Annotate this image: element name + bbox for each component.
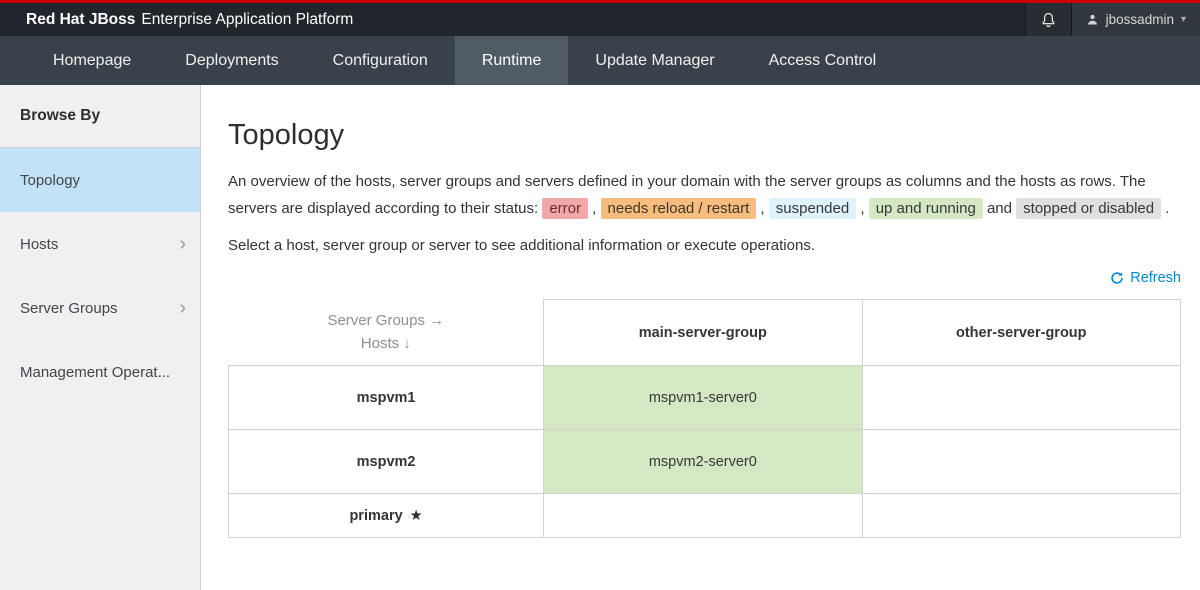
corner-hosts-label: Hosts ↓ [229,332,544,355]
sidebar-item-hosts[interactable]: Hosts › [0,212,200,276]
sidebar: Browse By Topology Hosts › Server Groups › Ma… [0,85,201,590]
status-badge-needs-reload-restart: needs reload / restart [601,198,757,219]
brand-bold: Red Hat JBoss [26,11,135,29]
user-label: jbossadmin [1106,12,1174,27]
nav-item-runtime[interactable]: Runtime [455,36,569,85]
domain-controller-star-icon: ★ [410,508,423,524]
status-badge-suspended: suspended [769,198,856,219]
page-title: Topology [228,119,1181,152]
topology-table-body: mspvm1 mspvm1-server0 mspvm2 mspvm2-server0… [229,366,1181,538]
empty-cell [862,494,1180,538]
sidebar-item-label: Server Groups [20,300,118,317]
empty-cell [544,494,862,538]
sidebar-item-label: Management Operat... [20,364,170,381]
server-cell-mspvm1-server0[interactable]: mspvm1-server0 [544,366,862,430]
brand-logo[interactable]: Red Hat JBoss Enterprise Application Pla… [26,3,353,36]
refresh-row: Refresh [228,270,1181,290]
status-badge-up-and-running: up and running [869,198,983,219]
brand-rest: Enterprise Application Platform [141,11,353,29]
nav-item-deployments[interactable]: Deployments [158,36,305,85]
nav-item-update-manager[interactable]: Update Manager [568,36,741,85]
content-area: Browse By Topology Hosts › Server Groups › Ma… [0,85,1200,590]
sidebar-items: Topology Hosts › Server Groups › Management O… [0,148,200,404]
host-name: mspvm2 [357,454,416,470]
user-icon [1086,13,1099,26]
sidebar-item-topology[interactable]: Topology [0,148,200,212]
sidebar-header: Browse By [0,85,200,148]
host-name: primary [349,508,402,524]
corner-server-groups-label: Server Groups → [229,309,544,332]
status-badge-error: error [542,198,588,219]
empty-cell [862,366,1180,430]
host-cell-primary[interactable]: primary ★ [229,494,544,538]
refresh-icon [1110,271,1124,285]
notifications-button[interactable] [1025,3,1071,36]
sidebar-item-label: Topology [20,172,80,189]
main-content: Topology An overview of the hosts, serve… [201,85,1200,590]
empty-cell [862,430,1180,494]
masthead-actions: jbossadmin ▾ [1025,3,1200,36]
refresh-label: Refresh [1130,270,1181,286]
user-menu[interactable]: jbossadmin ▾ [1071,3,1200,36]
host-cell-mspvm1[interactable]: mspvm1 [229,366,544,430]
topology-table: Server Groups → Hosts ↓ main-server-grou… [228,299,1181,538]
column-header-main-server-group[interactable]: main-server-group [544,300,862,366]
sidebar-item-label: Hosts [20,236,58,253]
host-cell-mspvm2[interactable]: mspvm2 [229,430,544,494]
nav-item-access-control[interactable]: Access Control [742,36,904,85]
column-header-other-server-group[interactable]: other-server-group [862,300,1180,366]
host-name: mspvm1 [357,390,416,406]
sidebar-item-management-operat[interactable]: Management Operat... [0,340,200,404]
refresh-link[interactable]: Refresh [1110,270,1181,286]
nav-item-homepage[interactable]: Homepage [26,36,158,85]
table-row: mspvm2 mspvm2-server0 [229,430,1181,494]
status-badge-stopped-or-disabled: stopped or disabled [1016,198,1161,219]
server-cell-mspvm2-server0[interactable]: mspvm2-server0 [544,430,862,494]
table-row: mspvm1 mspvm1-server0 [229,366,1181,430]
primary-nav: HomepageDeploymentsConfigurationRuntimeU… [0,36,1200,85]
table-header-row: Server Groups → Hosts ↓ main-server-grou… [229,300,1181,366]
intro-paragraph: An overview of the hosts, server groups … [228,168,1181,222]
chevron-right-icon: › [179,234,186,254]
chevron-down-icon: ▾ [1181,15,1186,25]
table-row: primary ★ [229,494,1181,538]
select-hint: Select a host, server group or server to… [228,237,1181,254]
table-corner-cell: Server Groups → Hosts ↓ [229,300,544,366]
masthead: Red Hat JBoss Enterprise Application Pla… [0,3,1200,36]
chevron-right-icon: › [179,298,186,318]
nav-item-configuration[interactable]: Configuration [306,36,455,85]
sidebar-item-server-groups[interactable]: Server Groups › [0,276,200,340]
bell-icon [1041,12,1056,28]
